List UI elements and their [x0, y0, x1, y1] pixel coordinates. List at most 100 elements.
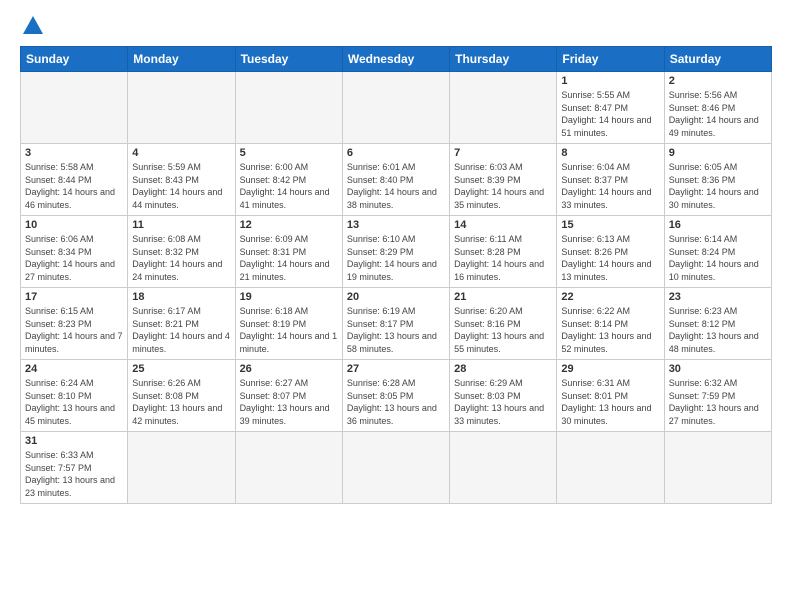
weekday-header-wednesday: Wednesday: [342, 47, 449, 72]
calendar-cell: 26 Sunrise: 6:27 AM Sunset: 8:07 PM Dayli…: [235, 360, 342, 432]
calendar-cell: [557, 432, 664, 504]
day-info: Sunrise: 6:11 AM Sunset: 8:28 PM Dayligh…: [454, 233, 552, 283]
day-number: 16: [669, 219, 767, 231]
page: SundayMondayTuesdayWednesdayThursdayFrid…: [0, 0, 792, 612]
calendar-cell: 30Sunrise: 6:32 AM Sunset: 7:59 PM Dayli…: [664, 360, 771, 432]
calendar-cell: 29Sunrise: 6:31 AM Sunset: 8:01 PM Dayli…: [557, 360, 664, 432]
day-info: Sunrise: 5:58 AM Sunset: 8:44 PM Dayligh…: [25, 161, 123, 211]
calendar-cell: [342, 432, 449, 504]
day-number: 31: [25, 435, 123, 447]
calendar-cell: 11Sunrise: 6:08 AM Sunset: 8:32 PM Dayli…: [128, 216, 235, 288]
header: [20, 16, 772, 36]
day-number: 27: [347, 363, 445, 375]
calendar-cell: 17 Sunrise: 6:15 AM Sunset: 8:23 PM Dayli…: [21, 288, 128, 360]
calendar-cell: 31 Sunrise: 6:33 AM Sunset: 7:57 PM Dayli…: [21, 432, 128, 504]
calendar-cell: 9 Sunrise: 6:05 AM Sunset: 8:36 PM Daylig…: [664, 144, 771, 216]
calendar-cell: 20 Sunrise: 6:19 AM Sunset: 8:17 PM Dayli…: [342, 288, 449, 360]
calendar-cell: [21, 72, 128, 144]
calendar-cell: [128, 432, 235, 504]
calendar-cell: 27 Sunrise: 6:28 AM Sunset: 8:05 PM Dayli…: [342, 360, 449, 432]
weekday-header-thursday: Thursday: [450, 47, 557, 72]
day-number: 7: [454, 147, 552, 159]
day-info: Sunrise: 6:09 AM Sunset: 8:31 PM Dayligh…: [240, 233, 338, 283]
day-info: Sunrise: 6:08 AM Sunset: 8:32 PM Dayligh…: [132, 233, 230, 283]
calendar-cell: [342, 72, 449, 144]
day-info: Sunrise: 6:26 AM Sunset: 8:08 PM Dayligh…: [132, 377, 230, 427]
day-number: 15: [561, 219, 659, 231]
calendar-cell: 5 Sunrise: 6:00 AM Sunset: 8:42 PM Daylig…: [235, 144, 342, 216]
day-number: 19: [240, 291, 338, 303]
calendar-cell: 18 Sunrise: 6:17 AM Sunset: 8:21 PM Dayli…: [128, 288, 235, 360]
calendar-cell: [235, 432, 342, 504]
day-info: Sunrise: 6:06 AM Sunset: 8:34 PM Dayligh…: [25, 233, 123, 283]
day-info: Sunrise: 6:00 AM Sunset: 8:42 PM Dayligh…: [240, 161, 338, 211]
day-info: Sunrise: 6:32 AM Sunset: 7:59 PM Dayligh…: [669, 377, 767, 427]
day-info: Sunrise: 6:20 AM Sunset: 8:16 PM Dayligh…: [454, 305, 552, 355]
calendar-cell: 28Sunrise: 6:29 AM Sunset: 8:03 PM Dayli…: [450, 360, 557, 432]
calendar-cell: 16Sunrise: 6:14 AM Sunset: 8:24 PM Dayli…: [664, 216, 771, 288]
calendar-cell: 15 Sunrise: 6:13 AM Sunset: 8:26 PM Dayli…: [557, 216, 664, 288]
calendar-cell: 21 Sunrise: 6:20 AM Sunset: 8:16 PM Dayli…: [450, 288, 557, 360]
calendar-cell: 12 Sunrise: 6:09 AM Sunset: 8:31 PM Dayli…: [235, 216, 342, 288]
day-number: 24: [25, 363, 123, 375]
day-number: 22: [561, 291, 659, 303]
calendar-cell: 4Sunrise: 5:59 AM Sunset: 8:43 PM Daylig…: [128, 144, 235, 216]
weekday-header-tuesday: Tuesday: [235, 47, 342, 72]
calendar-cell: [664, 432, 771, 504]
day-number: 17: [25, 291, 123, 303]
day-number: 9: [669, 147, 767, 159]
day-info: Sunrise: 6:17 AM Sunset: 8:21 PM Dayligh…: [132, 305, 230, 355]
day-number: 2: [669, 75, 767, 87]
day-number: 20: [347, 291, 445, 303]
calendar-cell: 22 Sunrise: 6:22 AM Sunset: 8:14 PM Dayli…: [557, 288, 664, 360]
weekday-header-friday: Friday: [557, 47, 664, 72]
day-info: Sunrise: 6:01 AM Sunset: 8:40 PM Dayligh…: [347, 161, 445, 211]
calendar-cell: 6 Sunrise: 6:01 AM Sunset: 8:40 PM Daylig…: [342, 144, 449, 216]
day-number: 3: [25, 147, 123, 159]
day-number: 25: [132, 363, 230, 375]
day-info: Sunrise: 6:28 AM Sunset: 8:05 PM Dayligh…: [347, 377, 445, 427]
day-number: 13: [347, 219, 445, 231]
weekday-header-row: SundayMondayTuesdayWednesdayThursdayFrid…: [21, 47, 772, 72]
day-number: 12: [240, 219, 338, 231]
calendar-cell: 3 Sunrise: 5:58 AM Sunset: 8:44 PM Daylig…: [21, 144, 128, 216]
day-number: 14: [454, 219, 552, 231]
day-info: Sunrise: 6:03 AM Sunset: 8:39 PM Dayligh…: [454, 161, 552, 211]
week-row-2: 3 Sunrise: 5:58 AM Sunset: 8:44 PM Daylig…: [21, 144, 772, 216]
calendar-cell: 13 Sunrise: 6:10 AM Sunset: 8:29 PM Dayli…: [342, 216, 449, 288]
calendar-cell: 24 Sunrise: 6:24 AM Sunset: 8:10 PM Dayli…: [21, 360, 128, 432]
day-number: 26: [240, 363, 338, 375]
day-number: 6: [347, 147, 445, 159]
day-info: Sunrise: 5:56 AM Sunset: 8:46 PM Dayligh…: [669, 89, 767, 139]
logo: [20, 16, 43, 36]
calendar-cell: 7 Sunrise: 6:03 AM Sunset: 8:39 PM Daylig…: [450, 144, 557, 216]
calendar-cell: 1 Sunrise: 5:55 AM Sunset: 8:47 PM Daylig…: [557, 72, 664, 144]
day-number: 23: [669, 291, 767, 303]
day-info: Sunrise: 6:27 AM Sunset: 8:07 PM Dayligh…: [240, 377, 338, 427]
calendar-cell: [128, 72, 235, 144]
calendar-cell: 2 Sunrise: 5:56 AM Sunset: 8:46 PM Daylig…: [664, 72, 771, 144]
week-row-6: 31 Sunrise: 6:33 AM Sunset: 7:57 PM Dayli…: [21, 432, 772, 504]
day-number: 21: [454, 291, 552, 303]
day-info: Sunrise: 6:19 AM Sunset: 8:17 PM Dayligh…: [347, 305, 445, 355]
calendar-cell: 10Sunrise: 6:06 AM Sunset: 8:34 PM Dayli…: [21, 216, 128, 288]
weekday-header-monday: Monday: [128, 47, 235, 72]
calendar-cell: 23Sunrise: 6:23 AM Sunset: 8:12 PM Dayli…: [664, 288, 771, 360]
day-info: Sunrise: 5:55 AM Sunset: 8:47 PM Dayligh…: [561, 89, 659, 139]
day-info: Sunrise: 6:05 AM Sunset: 8:36 PM Dayligh…: [669, 161, 767, 211]
day-number: 1: [561, 75, 659, 87]
day-info: Sunrise: 6:13 AM Sunset: 8:26 PM Dayligh…: [561, 233, 659, 283]
day-info: Sunrise: 6:33 AM Sunset: 7:57 PM Dayligh…: [25, 449, 123, 499]
day-number: 18: [132, 291, 230, 303]
day-number: 28: [454, 363, 552, 375]
calendar-cell: 8Sunrise: 6:04 AM Sunset: 8:37 PM Daylig…: [557, 144, 664, 216]
day-info: Sunrise: 6:24 AM Sunset: 8:10 PM Dayligh…: [25, 377, 123, 427]
day-number: 5: [240, 147, 338, 159]
week-row-3: 10Sunrise: 6:06 AM Sunset: 8:34 PM Dayli…: [21, 216, 772, 288]
week-row-1: 1 Sunrise: 5:55 AM Sunset: 8:47 PM Daylig…: [21, 72, 772, 144]
day-number: 8: [561, 147, 659, 159]
day-info: Sunrise: 6:10 AM Sunset: 8:29 PM Dayligh…: [347, 233, 445, 283]
day-info: Sunrise: 6:22 AM Sunset: 8:14 PM Dayligh…: [561, 305, 659, 355]
weekday-header-saturday: Saturday: [664, 47, 771, 72]
day-info: Sunrise: 6:15 AM Sunset: 8:23 PM Dayligh…: [25, 305, 123, 355]
